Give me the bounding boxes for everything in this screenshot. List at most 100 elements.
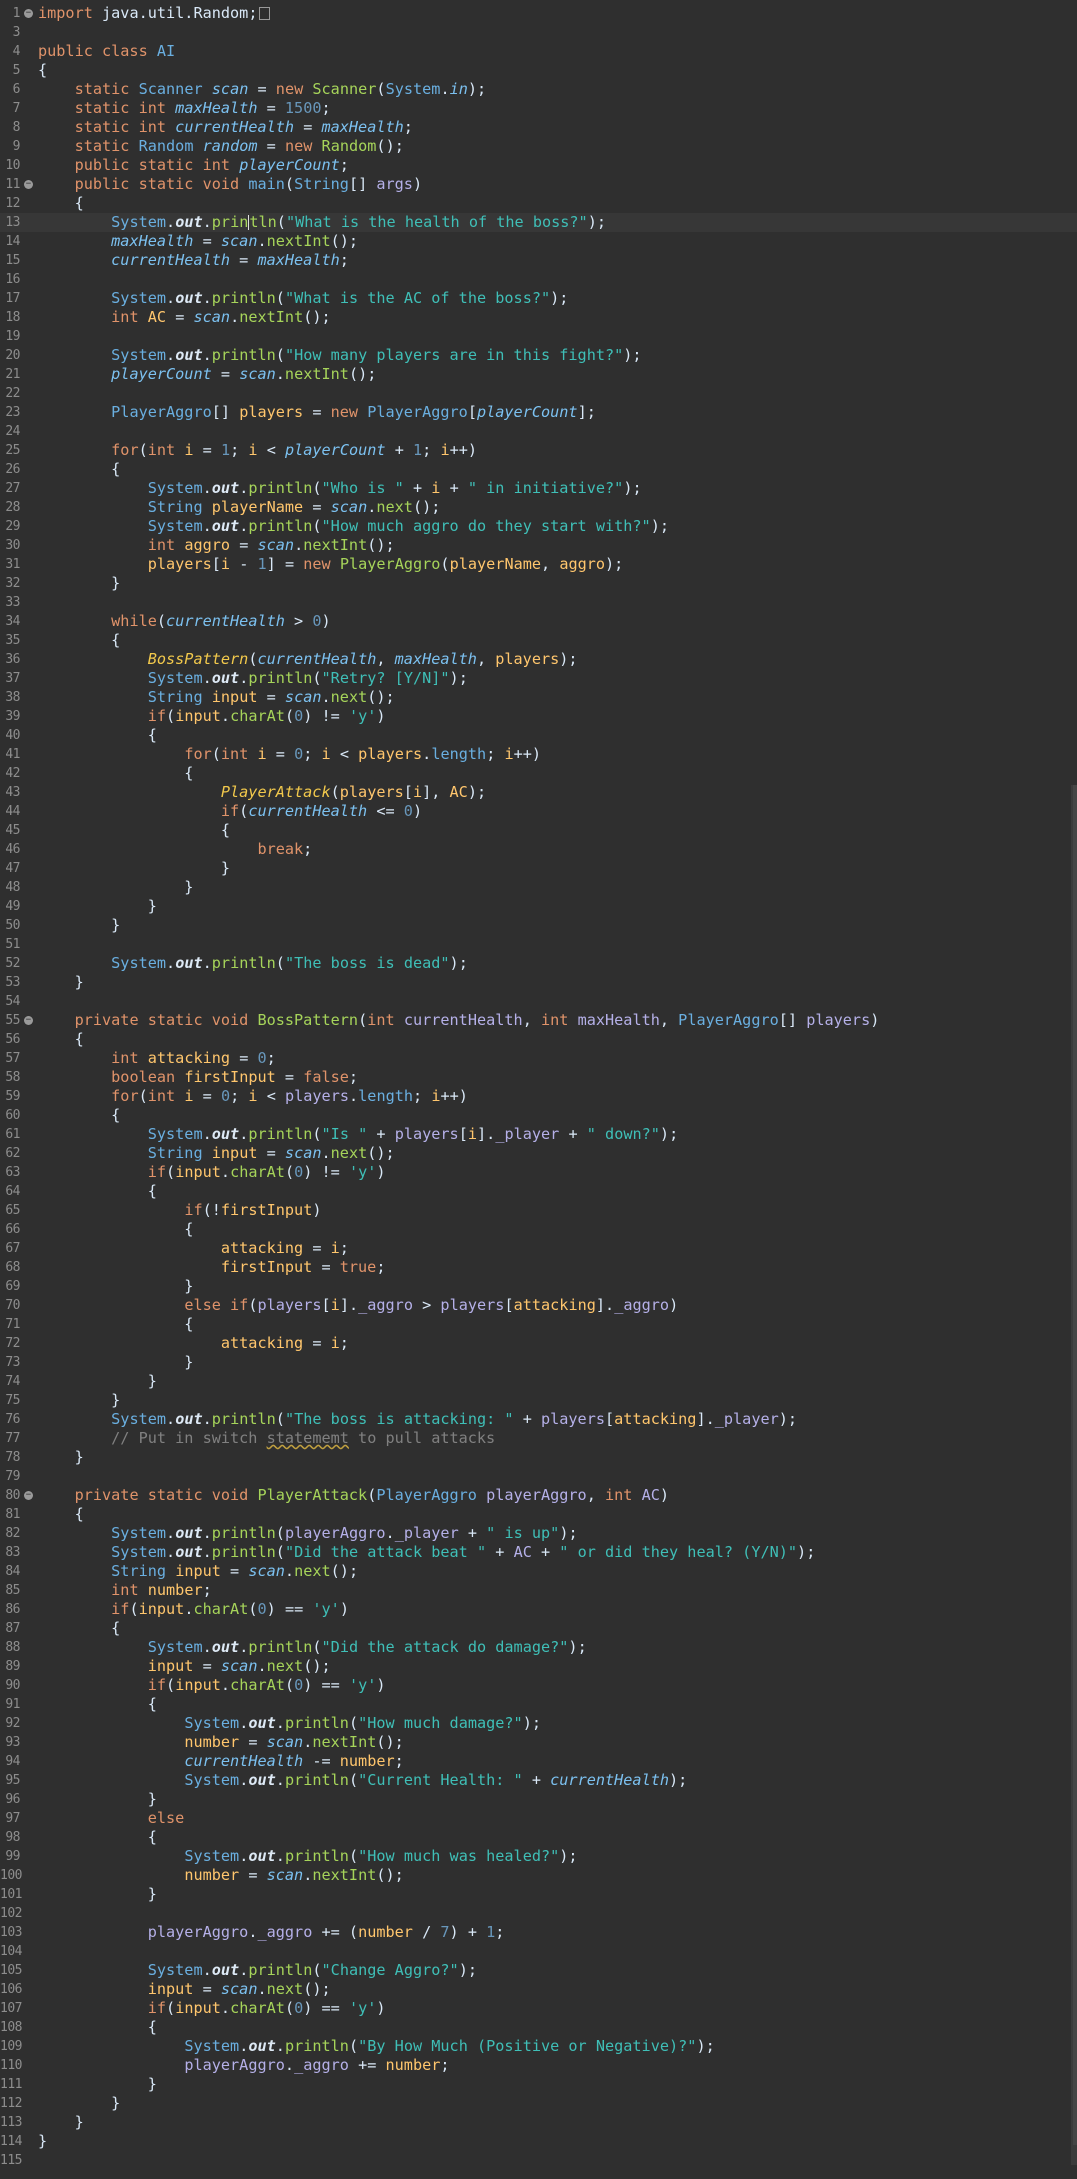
code-line[interactable]: 103 playerAggro._aggro += (number / 7) +… (0, 1923, 1077, 1942)
code-text[interactable]: private static void BossPattern(int curr… (38, 1011, 880, 1030)
code-text[interactable]: if(input.charAt(0) == 'y') (38, 1999, 386, 2018)
code-text[interactable]: number = scan.nextInt(); (38, 1866, 404, 1885)
fold-toggle-icon[interactable]: − (24, 1016, 33, 1025)
code-line[interactable]: 14 maxHealth = scan.nextInt(); (0, 232, 1077, 251)
code-line[interactable]: 60 { (0, 1106, 1077, 1125)
code-line[interactable]: 67 attacking = i; (0, 1239, 1077, 1258)
code-line[interactable]: 56 { (0, 1030, 1077, 1049)
code-line[interactable]: 22 (0, 384, 1077, 403)
code-text[interactable]: if(input.charAt(0) == 'y') (38, 1600, 349, 1619)
code-text[interactable]: boolean firstInput = false; (38, 1068, 358, 1087)
code-line[interactable]: 99 System.out.println("How much was heal… (0, 1847, 1077, 1866)
code-line[interactable]: 68 firstInput = true; (0, 1258, 1077, 1277)
code-text[interactable]: { (38, 1220, 193, 1239)
code-text[interactable]: int aggro = scan.nextInt(); (38, 536, 395, 555)
fold-toggle-icon[interactable]: − (24, 1491, 33, 1500)
code-line[interactable]: 6 static Scanner scan = new Scanner(Syst… (0, 80, 1077, 99)
code-line[interactable]: 41 for(int i = 0; i < players.length; i+… (0, 745, 1077, 764)
code-line[interactable]: 96 } (0, 1790, 1077, 1809)
code-text[interactable]: BossPattern(currentHealth, maxHealth, pl… (38, 650, 578, 669)
code-text[interactable]: for(int i = 0; i < players.length; i++) (38, 745, 541, 764)
code-line[interactable]: 89 input = scan.next(); (0, 1657, 1077, 1676)
code-line[interactable]: 104 (0, 1942, 1077, 1961)
code-text[interactable]: currentHealth = maxHealth; (38, 251, 349, 270)
code-line[interactable]: 87 { (0, 1619, 1077, 1638)
code-text[interactable]: if(input.charAt(0) == 'y') (38, 1676, 386, 1695)
code-line[interactable]: 52 System.out.println("The boss is dead"… (0, 954, 1077, 973)
code-text[interactable]: if(currentHealth <= 0) (38, 802, 422, 821)
code-text[interactable]: String input = scan.next(); (38, 688, 395, 707)
code-line[interactable]: 5{ (0, 61, 1077, 80)
code-text[interactable]: PlayerAggro[] players = new PlayerAggro[… (38, 403, 596, 422)
code-text[interactable]: System.out.println("The boss is attackin… (38, 1410, 797, 1429)
code-text[interactable]: { (38, 1182, 157, 1201)
code-line[interactable]: 102 (0, 1904, 1077, 1923)
code-line[interactable]: 16 (0, 270, 1077, 289)
code-line[interactable]: 77 // Put in switch statememt to pull at… (0, 1429, 1077, 1448)
code-text[interactable]: System.out.println("Is " + players[i]._p… (38, 1125, 678, 1144)
code-text[interactable]: attacking = i; (38, 1239, 349, 1258)
code-text[interactable]: input = scan.next(); (38, 1980, 331, 1999)
code-text[interactable]: { (38, 1619, 120, 1638)
code-text[interactable]: } (38, 1277, 193, 1296)
code-line[interactable]: 72 attacking = i; (0, 1334, 1077, 1353)
code-line[interactable]: 82 System.out.println(playerAggro._playe… (0, 1524, 1077, 1543)
code-text[interactable]: // Put in switch statememt to pull attac… (38, 1429, 495, 1448)
code-line[interactable]: 115 (0, 2151, 1077, 2170)
code-text[interactable]: String input = scan.next(); (38, 1562, 358, 1581)
code-line[interactable]: 31 players[i - 1] = new PlayerAggro(play… (0, 555, 1077, 574)
code-text[interactable]: for(int i = 1; i < playerCount + 1; i++) (38, 441, 477, 460)
code-text[interactable]: System.out.println("The boss is dead"); (38, 954, 468, 973)
code-line[interactable]: 20 System.out.println("How many players … (0, 346, 1077, 365)
code-text[interactable]: } (38, 973, 84, 992)
code-line[interactable]: 88 System.out.println("Did the attack do… (0, 1638, 1077, 1657)
code-text[interactable]: System.out.println("Change Aggro?"); (38, 1961, 477, 1980)
code-text[interactable]: System.out.println("Did the attack do da… (38, 1638, 587, 1657)
code-line[interactable]: 58 boolean firstInput = false; (0, 1068, 1077, 1087)
code-line[interactable]: 80− private static void PlayerAttack(Pla… (0, 1486, 1077, 1505)
code-line[interactable]: 63 if(input.charAt(0) != 'y') (0, 1163, 1077, 1182)
code-line[interactable]: 3 (0, 23, 1077, 42)
code-line[interactable]: 65 if(!firstInput) (0, 1201, 1077, 1220)
code-text[interactable]: } (38, 2075, 157, 2094)
code-text[interactable]: } (38, 1448, 84, 1467)
code-text[interactable]: int attacking = 0; (38, 1049, 276, 1068)
code-line[interactable]: 7 static int maxHealth = 1500; (0, 99, 1077, 118)
code-line[interactable]: 83 System.out.println("Did the attack be… (0, 1543, 1077, 1562)
code-text[interactable]: { (38, 1828, 157, 1847)
code-text[interactable]: } (38, 2094, 120, 2113)
code-line[interactable]: 37 System.out.println("Retry? [Y/N]"); (0, 669, 1077, 688)
scrollbar-thumb[interactable] (1073, 785, 1077, 2145)
code-text[interactable]: { (38, 631, 120, 650)
code-text[interactable]: String input = scan.next(); (38, 1144, 395, 1163)
code-line[interactable]: 94 currentHealth -= number; (0, 1752, 1077, 1771)
code-text[interactable]: } (38, 1353, 193, 1372)
code-text[interactable]: { (38, 1695, 157, 1714)
code-line[interactable]: 95 System.out.println("Current Health: "… (0, 1771, 1077, 1790)
code-text[interactable]: } (38, 878, 193, 897)
code-text[interactable]: playerCount = scan.nextInt(); (38, 365, 376, 384)
code-line[interactable]: 81 { (0, 1505, 1077, 1524)
code-text[interactable]: static int maxHealth = 1500; (38, 99, 331, 118)
code-text[interactable]: input = scan.next(); (38, 1657, 331, 1676)
code-text[interactable]: public class AI (38, 42, 175, 61)
code-line[interactable]: 32 } (0, 574, 1077, 593)
code-text[interactable]: if(!firstInput) (38, 1201, 321, 1220)
code-text[interactable]: System.out.println("What is the AC of th… (38, 289, 568, 308)
code-line[interactable]: 36 BossPattern(currentHealth, maxHealth,… (0, 650, 1077, 669)
code-text[interactable]: } (38, 897, 157, 916)
code-text[interactable]: { (38, 1106, 120, 1125)
code-line[interactable]: 34 while(currentHealth > 0) (0, 612, 1077, 631)
code-text[interactable]: System.out.println("Did the attack beat … (38, 1543, 815, 1562)
code-line[interactable]: 59 for(int i = 0; i < players.length; i+… (0, 1087, 1077, 1106)
code-line[interactable]: 98 { (0, 1828, 1077, 1847)
code-line[interactable]: 43 PlayerAttack(players[i], AC); (0, 783, 1077, 802)
code-line[interactable]: 69 } (0, 1277, 1077, 1296)
code-line[interactable]: 61 System.out.println("Is " + players[i]… (0, 1125, 1077, 1144)
code-line[interactable]: 113 } (0, 2113, 1077, 2132)
code-text[interactable]: System.out.println("How much aggro do th… (38, 517, 669, 536)
code-line[interactable]: 8 static int currentHealth = maxHealth; (0, 118, 1077, 137)
code-line[interactable]: 97 else (0, 1809, 1077, 1828)
code-line[interactable]: 86 if(input.charAt(0) == 'y') (0, 1600, 1077, 1619)
code-line[interactable]: 57 int attacking = 0; (0, 1049, 1077, 1068)
